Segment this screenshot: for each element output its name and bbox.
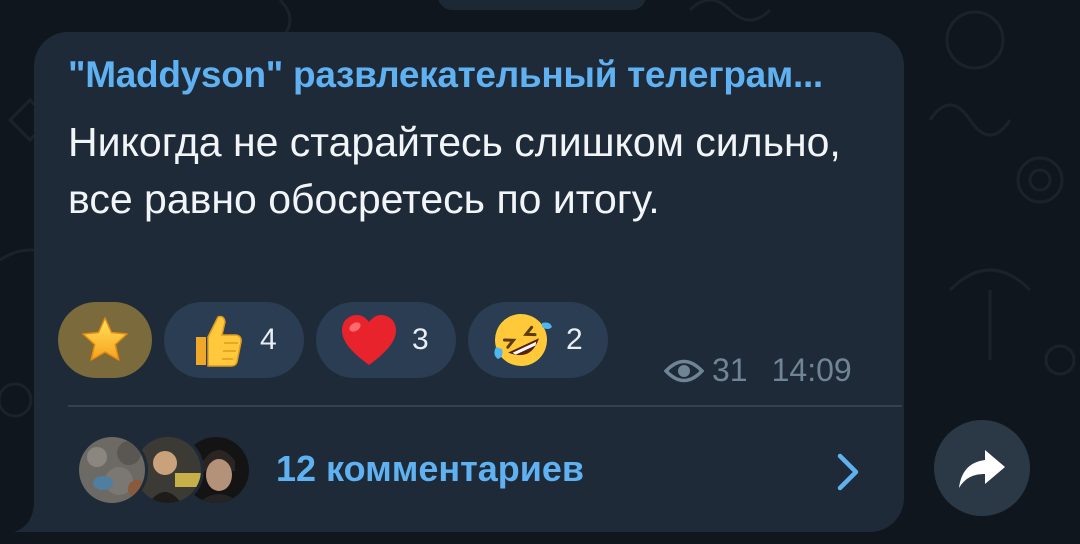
chevron-right-icon[interactable] xyxy=(834,452,862,492)
message-meta: 31 14:09 xyxy=(664,352,852,389)
views-count: 31 xyxy=(712,352,748,388)
comments-divider xyxy=(68,405,902,407)
message-time: 14:09 xyxy=(771,352,852,388)
reaction-count: 4 xyxy=(260,323,277,356)
share-button[interactable] xyxy=(934,420,1030,516)
reaction-count: 3 xyxy=(412,323,429,356)
red-heart-icon xyxy=(342,315,396,365)
reaction-thumbs-up-button[interactable]: 4 xyxy=(164,302,304,378)
comments-link[interactable]: 12 комментариев xyxy=(276,448,584,490)
avatar xyxy=(76,434,148,506)
rofl-face-icon xyxy=(494,314,552,366)
reaction-heart-button[interactable]: 3 xyxy=(316,302,456,378)
message-text: Никогда не старайтесь слишком сильно, вс… xyxy=(68,119,841,222)
thumbs-up-icon xyxy=(196,315,242,367)
top-date-pill xyxy=(438,0,646,10)
star-icon xyxy=(82,317,128,361)
channel-name[interactable]: "Maddyson" развлекательный телеграм... xyxy=(68,54,888,96)
reaction-rofl-button[interactable]: 2 xyxy=(468,302,608,378)
reaction-count: 2 xyxy=(566,323,583,356)
eye-icon xyxy=(664,359,704,382)
reaction-star-button[interactable] xyxy=(58,302,152,378)
share-arrow-icon xyxy=(959,450,1005,488)
